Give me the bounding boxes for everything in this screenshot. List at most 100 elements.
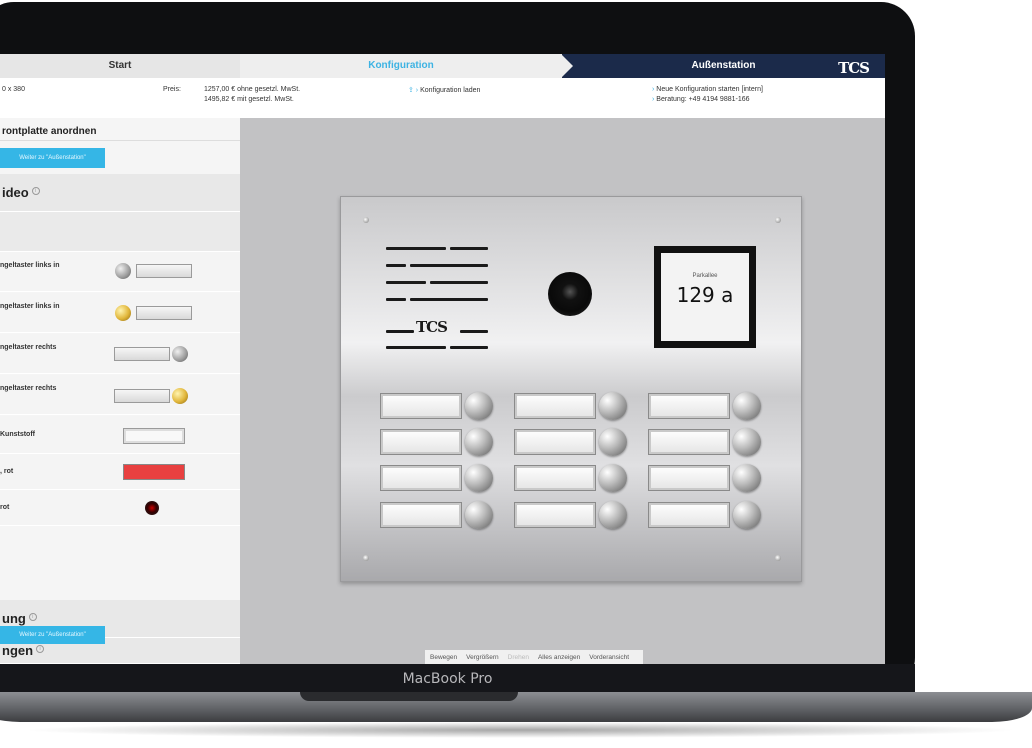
step-outdoor-station[interactable]: Außenstation TCS [561,54,885,78]
price-gross: 1495,82 € mit gesetzl. MwSt. [204,96,294,103]
bell-button[interactable] [465,428,493,456]
nameplate[interactable] [514,393,596,419]
nameplate-icon [136,306,192,320]
bell-button[interactable] [733,464,761,492]
laptop: MacBook Pro Start Konfiguration Außensta… [0,0,1032,748]
option-label: ngeltaster links in [0,303,60,310]
nameplate[interactable] [648,429,730,455]
price-net: 1257,00 € ohne gesetzl. MwSt. [204,86,301,93]
load-config-label: Konfiguration laden [420,87,481,94]
bell-button[interactable] [599,464,627,492]
display-value: 129 a [676,283,734,307]
bell-button[interactable] [465,392,493,420]
step-outdoor-label: Außenstation [691,60,756,71]
toolbar-front-view-button[interactable]: Vorderansicht [589,654,629,661]
advice-link[interactable]: › Beratung: +49 4194 9881-166 [652,96,750,103]
nameplate-icon [136,264,192,278]
screw [363,217,369,223]
toolbar-move-button[interactable]: Bewegen [430,654,457,661]
sidebar-heading: rontplatte anordnen [2,126,97,137]
config-sidebar: rontplatte anordnen Weiter zu "Außenstat… [0,118,240,664]
next-to-outdoor-button-top[interactable]: Weiter zu "Außenstation" [0,148,105,168]
nameplate[interactable] [648,465,730,491]
option-label: , rot [0,468,14,475]
nameplate[interactable] [648,393,730,419]
gold-knob-icon [115,305,131,321]
laptop-shadow [20,722,1020,738]
view-toolbar: Bewegen Vergrößern Drehen Alles anzeigen… [425,650,643,664]
chevron-right-icon: › [652,86,655,93]
info-icon[interactable]: i [36,644,45,653]
display-face: Parkallee 129 a [661,253,749,341]
bell-button[interactable] [599,501,627,529]
nameplate[interactable] [514,465,596,491]
section-a-label: ung [2,611,26,626]
name-display[interactable]: Parkallee 129 a [654,246,756,348]
nameplate[interactable] [514,429,596,455]
bell-button[interactable] [733,501,761,529]
option-row[interactable]: rot [0,490,240,526]
screw [775,217,781,223]
bell-button[interactable] [733,392,761,420]
tcs-logo-panel: TCS [416,318,448,336]
nameplate[interactable] [380,465,462,491]
bell-button[interactable] [465,501,493,529]
next-to-outdoor-button-bottom[interactable]: Weiter zu "Außenstation" [0,626,105,644]
upload-icon: ⇪ › [408,87,419,94]
new-config-label: Neue Konfiguration starten [intern] [656,86,763,93]
option-row[interactable]: ngeltaster rechts [0,375,240,415]
option-label: ngeltaster rechts [0,344,57,351]
toolbar-show-all-button[interactable]: Alles anzeigen [538,654,580,661]
info-icon[interactable]: i [28,612,37,621]
step-configuration[interactable]: Konfiguration [240,54,562,78]
step-start[interactable]: Start [0,54,240,78]
panel-size: 0 x 380 [2,86,25,93]
nameplate-icon [114,347,170,361]
tcs-logo: TCS [838,59,870,77]
bell-button[interactable] [465,464,493,492]
silver-knob-icon [172,346,188,362]
toolbar-zoom-button[interactable]: Vergrößern [466,654,499,661]
nameplate[interactable] [648,502,730,528]
advice-label: Beratung: +49 4194 9881-166 [656,96,750,103]
silver-knob-icon [115,263,131,279]
toolbar-rotate-button[interactable]: Drehen [508,654,529,661]
option-row[interactable]: ngeltaster links in [0,252,240,292]
laptop-model-label: MacBook Pro [402,671,493,687]
gold-knob-icon [172,388,188,404]
plastic-plate-icon [123,428,185,444]
bell-button[interactable] [599,392,627,420]
laptop-notch [300,692,518,701]
red-plate-icon [123,464,185,480]
new-config-link[interactable]: › Neue Konfiguration starten [intern] [652,86,763,93]
chevron-right-icon: › [652,96,655,103]
option-label: ngeltaster rechts [0,385,57,392]
section-video[interactable]: ideo i [0,174,240,212]
nameplate[interactable] [380,502,462,528]
option-row[interactable]: Kunststoff [0,416,240,454]
option-label: ngeltaster links in [0,262,60,269]
nameplate-icon [114,389,170,403]
section-video-label: ideo [2,185,29,200]
nameplate[interactable] [380,429,462,455]
info-bar: 0 x 380 Preis: 1257,00 € ohne gesetzl. M… [0,78,885,118]
bell-button[interactable] [599,428,627,456]
option-row[interactable]: , rot [0,454,240,490]
nameplate[interactable] [514,502,596,528]
section-b-label: ngen [2,643,34,658]
display-label: Parkallee [692,273,718,279]
section-spacer [0,212,240,252]
bell-button[interactable] [733,428,761,456]
load-config-link[interactable]: ⇪ › Konfiguration laden [408,86,480,94]
red-led-icon [145,501,159,515]
camera-icon [548,272,592,316]
option-label: Kunststoff [0,431,35,438]
price-label: Preis: [163,86,181,93]
info-icon[interactable]: i [31,186,40,195]
option-label: rot [0,504,10,511]
screw [363,555,369,561]
option-row[interactable]: ngeltaster links in [0,293,240,333]
option-row[interactable]: ngeltaster rechts [0,334,240,374]
nameplate[interactable] [380,393,462,419]
divider [0,140,240,141]
